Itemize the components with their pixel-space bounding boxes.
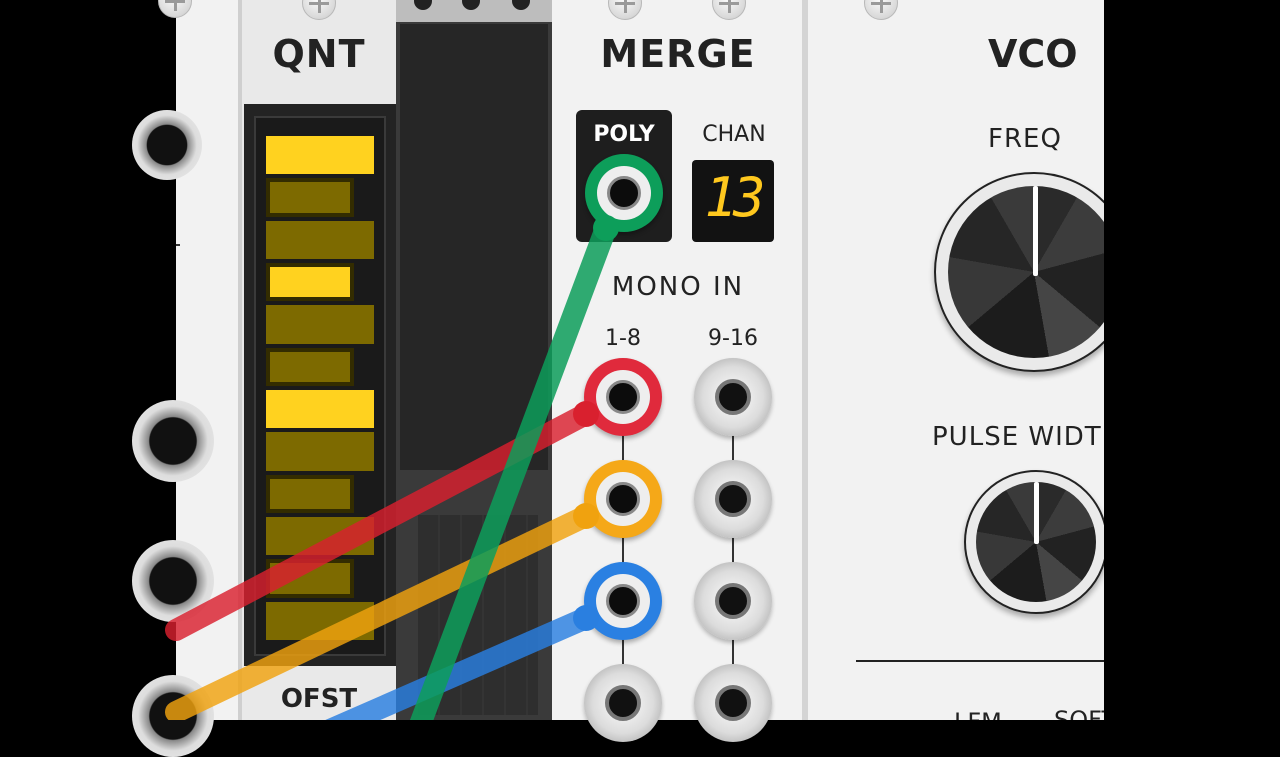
green-cable-plug-end[interactable] xyxy=(593,215,619,241)
blue-cable-plug-end[interactable] xyxy=(573,605,599,631)
red-cable-plug-end[interactable] xyxy=(573,401,599,427)
patch-cables xyxy=(165,215,619,720)
orange-cable[interactable] xyxy=(165,505,597,720)
orange-cable-plug-end[interactable] xyxy=(573,503,599,529)
